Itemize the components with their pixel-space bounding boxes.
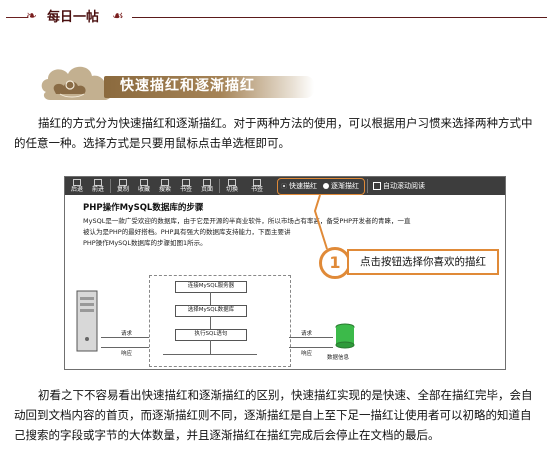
section-heading: 快速描红和逐渐描红 — [120, 78, 255, 94]
header-rule-left — [6, 17, 28, 18]
screenshot-figure: 后退 前进 复制 收藏 搜索 书签 页面 切换 书签 快速描红 逐渐描红 自动滚… — [64, 176, 506, 370]
header-rule-right — [132, 17, 547, 18]
flourish-icon: ❧ — [26, 9, 37, 24]
section-banner: 快速描红和逐渐描红 — [38, 54, 548, 106]
explain-paragraph: 初看之下不容易看出快速描红和逐渐描红的区别，快速描红实现的是快速、全部在描红完毕… — [14, 388, 533, 442]
tip-header: ❧ 每日一帖 ☙ — [0, 0, 553, 34]
intro-paragraph: 描红的方式分为快速描红和逐渐描红。对于两种方法的使用，可以根据用户习惯来选择两种… — [14, 116, 533, 150]
flourish-icon: ☙ — [112, 9, 124, 24]
header-title: 每日一帖 — [47, 10, 100, 25]
callout-text: 点击按钮选择你喜欢的描红 — [347, 249, 499, 275]
